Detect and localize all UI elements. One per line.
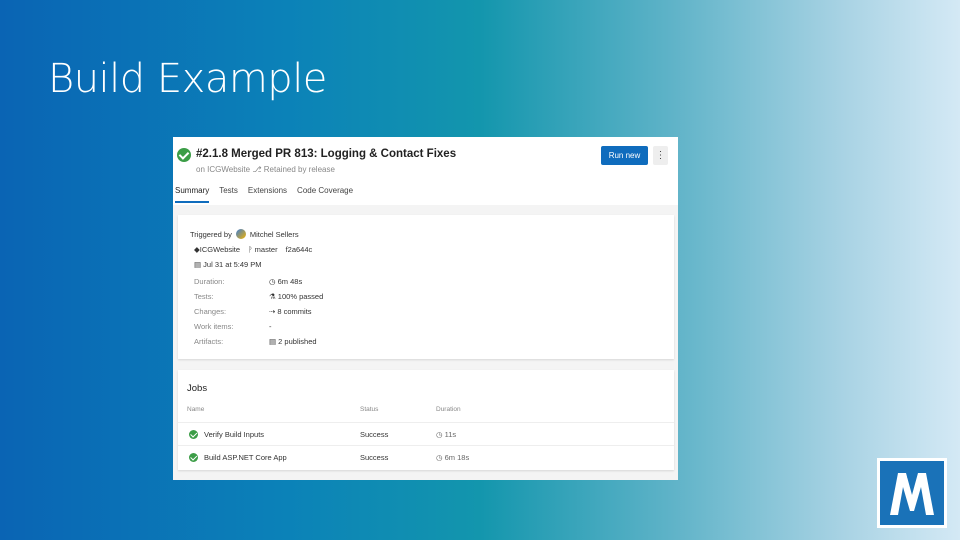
work-items-label: Work items: xyxy=(194,322,234,331)
run-subtitle: on ICGWebsite ⎇ Retained by release xyxy=(196,165,335,174)
avatar xyxy=(235,229,246,239)
success-check-icon xyxy=(189,430,198,439)
tab-bar: Summary Tests Extensions Code Coverage xyxy=(175,186,353,203)
pipeline-run-screenshot: #2.1.8 Merged PR 813: Logging & Contact … xyxy=(173,137,678,480)
repo-link[interactable]: ◆ICGWebsite xyxy=(194,245,240,254)
tab-code-coverage[interactable]: Code Coverage xyxy=(297,186,353,203)
run-new-button[interactable]: Run new xyxy=(601,146,648,165)
jobs-title: Jobs xyxy=(187,383,208,394)
job-row[interactable]: Verify Build Inputs Success ◷ 11s xyxy=(178,422,674,445)
run-title: #2.1.8 Merged PR 813: Logging & Contact … xyxy=(196,148,457,160)
slide-title: Build Example xyxy=(48,56,327,102)
job-status: Success xyxy=(360,430,389,439)
commit-link[interactable]: f2a644c xyxy=(286,245,313,254)
col-duration: Duration xyxy=(436,406,461,413)
jobs-card: Jobs Name Status Duration Verify Build I… xyxy=(178,370,674,470)
branch-link[interactable]: ᚹ master xyxy=(248,245,278,254)
job-status: Success xyxy=(360,453,389,462)
source-info: ◆ICGWebsite ᚹ master f2a644c xyxy=(194,245,312,254)
tests-value[interactable]: ⚗ 100% passed xyxy=(269,292,323,301)
triggered-by-label: Triggered by xyxy=(190,229,232,239)
m-logo-icon xyxy=(877,458,947,528)
user-link[interactable]: Mitchel Sellers xyxy=(250,230,299,239)
run-header: #2.1.8 Merged PR 813: Logging & Contact … xyxy=(173,137,678,205)
m-logo-mark xyxy=(890,473,934,515)
duration-value: ◷ 6m 48s xyxy=(269,277,303,286)
tab-tests[interactable]: Tests xyxy=(219,186,238,203)
triggered-by: Triggered by Mitchel Sellers xyxy=(190,229,299,239)
col-name: Name xyxy=(187,406,205,413)
job-duration: ◷ 11s xyxy=(436,430,457,439)
col-status: Status xyxy=(360,406,379,413)
changes-label: Changes: xyxy=(194,307,227,316)
run-date: ▤ Jul 31 at 5:49 PM xyxy=(194,260,262,269)
changes-value[interactable]: ⇢ 8 commits xyxy=(269,307,312,316)
more-options-button[interactable]: ⋮ xyxy=(653,146,668,165)
summary-card: Triggered by Mitchel Sellers ◆ICGWebsite… xyxy=(178,215,674,359)
job-name: Build ASP.NET Core App xyxy=(204,453,287,462)
tests-label: Tests: xyxy=(194,292,214,301)
duration-label: Duration: xyxy=(194,277,225,286)
job-row[interactable]: Build ASP.NET Core App Success ◷ 6m 18s xyxy=(178,445,674,468)
success-check-icon xyxy=(177,148,191,162)
success-check-icon xyxy=(189,453,198,462)
artifacts-label: Artifacts: xyxy=(194,337,224,346)
tab-summary[interactable]: Summary xyxy=(175,186,210,203)
job-name: Verify Build Inputs xyxy=(204,430,265,439)
work-items-value: - xyxy=(269,322,272,331)
artifacts-value[interactable]: ▤ 2 published xyxy=(269,337,317,346)
job-duration: ◷ 6m 18s xyxy=(436,453,470,462)
tab-extensions[interactable]: Extensions xyxy=(248,186,287,203)
